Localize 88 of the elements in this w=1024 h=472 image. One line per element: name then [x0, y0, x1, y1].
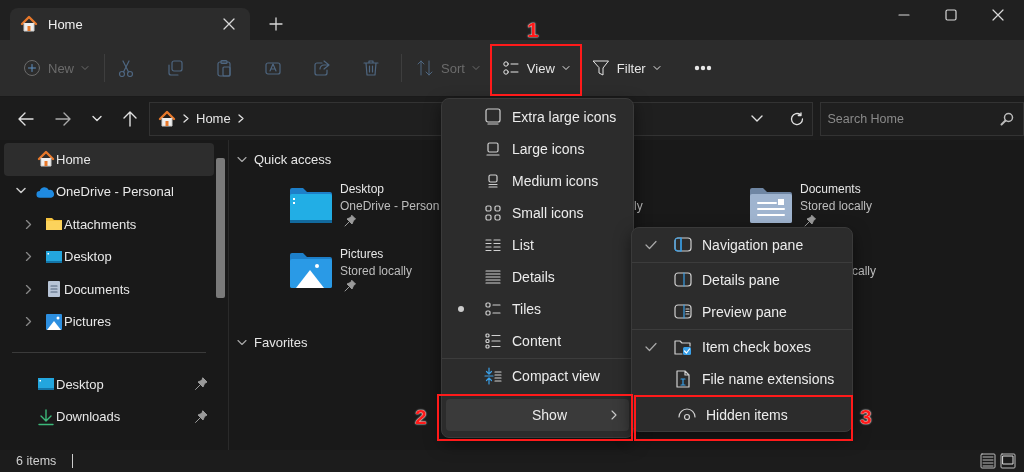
- chevron-right-icon: [183, 114, 189, 123]
- menu-item[interactable]: Preview pane: [636, 296, 848, 328]
- section-header[interactable]: Quick access: [237, 150, 332, 169]
- tiles-icon: [501, 59, 520, 77]
- add-icon: [23, 59, 41, 77]
- navigation-pane-icon: [674, 236, 692, 254]
- details-view-icon[interactable]: [980, 453, 996, 469]
- step-number: 3: [860, 405, 872, 429]
- close-icon[interactable]: [992, 9, 1004, 21]
- item-count: 6 items: [16, 454, 57, 468]
- menu-item[interactable]: Hidden items: [640, 399, 845, 431]
- sidebar-item[interactable]: Desktop: [4, 368, 215, 401]
- close-icon[interactable]: [222, 17, 236, 31]
- folder-check-icon: [674, 338, 692, 356]
- extra-large-icons-icon: [484, 108, 502, 126]
- step-number: 1: [527, 18, 539, 42]
- menu-item[interactable]: Tiles: [446, 293, 629, 325]
- folder-icon: [44, 216, 63, 233]
- sidebar-item[interactable]: Downloads: [4, 400, 215, 433]
- filter-icon: [591, 59, 610, 77]
- breadcrumb[interactable]: Home: [196, 111, 231, 126]
- search-field[interactable]: Search Home: [820, 101, 1024, 136]
- desktop-icon: [36, 376, 55, 393]
- chevron-right-icon: [237, 114, 244, 123]
- menu-item[interactable]: Navigation pane: [636, 229, 848, 261]
- menu-item[interactable]: Show: [446, 399, 629, 431]
- tile-name[interactable]: Desktop: [340, 181, 385, 198]
- menu-item[interactable]: File name extensions: [636, 363, 848, 395]
- home-icon: [20, 15, 38, 33]
- sidebar-item[interactable]: Desktop: [4, 240, 215, 273]
- sidebar-item[interactable]: OneDrive - Personal: [4, 175, 215, 208]
- home-icon: [36, 150, 55, 169]
- menu-item[interactable]: Small icons: [446, 197, 629, 229]
- tile-name[interactable]: Documents: [800, 181, 861, 198]
- preview-pane-icon: [674, 303, 692, 321]
- folder-icon[interactable]: [749, 187, 793, 224]
- menu-item[interactable]: Details: [446, 261, 629, 293]
- chevron-down-icon: [237, 339, 247, 346]
- tile-detail: cally: [852, 263, 876, 280]
- small-icons-icon: [484, 204, 502, 222]
- tiles-icon: [484, 300, 502, 318]
- menu-item[interactable]: Item check boxes: [636, 331, 848, 363]
- sidebar-item[interactable]: Pictures: [4, 305, 215, 338]
- menu-item[interactable]: Large icons: [446, 133, 629, 165]
- download-icon: [36, 407, 55, 426]
- content-icon: [484, 332, 502, 350]
- chevron-down-icon: [237, 156, 247, 163]
- chevron-right-icon: [611, 410, 617, 420]
- menu-item[interactable]: Content: [446, 325, 629, 357]
- folder-icon[interactable]: [289, 187, 333, 224]
- scrollbar-thumb[interactable]: [216, 158, 226, 298]
- home-icon: [158, 109, 176, 128]
- large-icons-view-icon[interactable]: [1000, 453, 1016, 469]
- sidebar-item[interactable]: Documents: [4, 273, 215, 306]
- tile-detail: Stored locally: [800, 198, 873, 215]
- file-text-icon: [674, 370, 692, 388]
- details-pane-icon: [674, 271, 692, 289]
- menu-item[interactable]: List: [446, 229, 629, 261]
- toolbar-button[interactable]: View: [492, 51, 579, 85]
- desktop-icon: [44, 248, 63, 265]
- maximize-icon[interactable]: [945, 9, 957, 21]
- sort-icon: [416, 59, 434, 77]
- step-number: 2: [415, 405, 427, 429]
- menu-item[interactable]: Details pane: [636, 264, 848, 296]
- section-header[interactable]: Favorites: [237, 333, 308, 352]
- list-icon: [484, 236, 502, 254]
- details-icon: [484, 268, 502, 286]
- tile-detail: ly: [634, 198, 643, 215]
- sidebar-item[interactable]: Home: [4, 143, 215, 176]
- refresh-icon[interactable]: [790, 111, 805, 126]
- plus-icon[interactable]: [269, 17, 283, 31]
- tab-title: Home: [48, 16, 84, 32]
- cloud-icon: [36, 184, 55, 199]
- tile-detail: OneDrive - Person: [340, 198, 440, 215]
- compact-view-icon: [484, 367, 502, 385]
- menu-item[interactable]: Extra large icons: [446, 101, 629, 133]
- tile-detail: Stored locally: [340, 263, 413, 280]
- chevron-down-icon[interactable]: [751, 115, 764, 122]
- tile-name[interactable]: Pictures: [340, 246, 384, 263]
- folder-icon[interactable]: [289, 252, 333, 289]
- search-icon[interactable]: [1000, 111, 1014, 126]
- picture-icon: [44, 312, 63, 331]
- large-icons-icon: [484, 140, 502, 158]
- sidebar-item[interactable]: Attachments: [4, 208, 215, 241]
- toolbar-button[interactable]: Filter: [582, 51, 670, 85]
- tab[interactable]: Home: [10, 8, 250, 40]
- menu-item[interactable]: Compact view: [446, 360, 629, 392]
- menu-item[interactable]: Medium icons: [446, 165, 629, 197]
